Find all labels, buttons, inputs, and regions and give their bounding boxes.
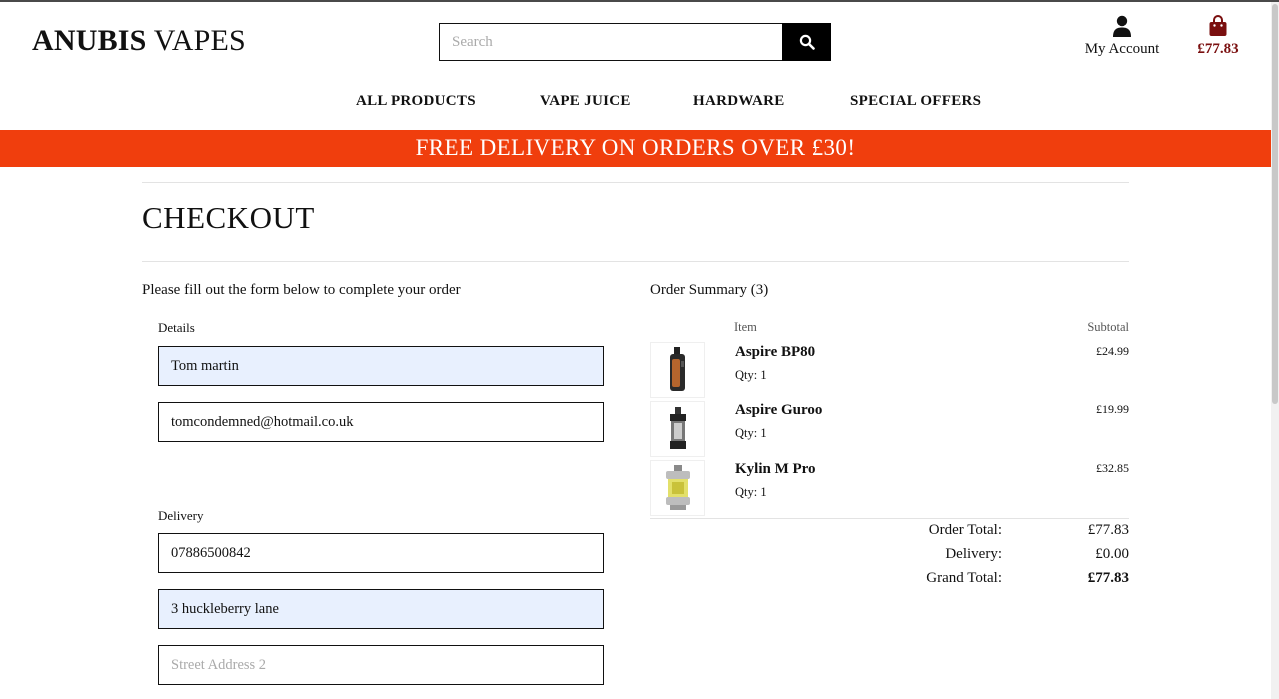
- cart-total: £77.83: [1197, 41, 1239, 57]
- nav-hardware[interactable]: HARDWARE: [693, 93, 785, 110]
- order-total-label: Order Total:: [928, 522, 1002, 538]
- order-total-value: £77.83: [1087, 522, 1129, 538]
- search-input[interactable]: [439, 23, 782, 61]
- street-address-1-field[interactable]: [158, 589, 604, 629]
- vape-tank-icon: [665, 465, 690, 510]
- item-qty: Qty: 1: [735, 368, 767, 382]
- street-address-2-field[interactable]: [158, 645, 604, 685]
- order-summary-title: Order Summary (3): [650, 282, 769, 298]
- item-subtotal: £32.85: [1096, 461, 1129, 475]
- product-image-aspire-bp80[interactable]: [650, 342, 705, 398]
- product-image-aspire-guroo[interactable]: [650, 401, 705, 457]
- delivery-cost-label: Delivery:: [945, 546, 1002, 562]
- free-delivery-banner: FREE DELIVERY ON ORDERS OVER £30!: [0, 130, 1271, 167]
- item-qty: Qty: 1: [735, 485, 767, 499]
- user-icon: [1113, 15, 1131, 37]
- item-name: Aspire BP80: [735, 344, 816, 360]
- cart-link[interactable]: £77.83: [1190, 15, 1246, 58]
- search-bar: [439, 23, 831, 61]
- full-name-field[interactable]: [158, 346, 604, 386]
- nav-all-products[interactable]: ALL PRODUCTS: [356, 93, 476, 110]
- window-top-border: [0, 0, 1279, 2]
- delivery-section-label: Delivery: [158, 508, 204, 523]
- checkout-instructions: Please fill out the form below to comple…: [142, 282, 461, 298]
- nav-special-offers[interactable]: SPECIAL OFFERS: [850, 93, 981, 110]
- divider-title: [142, 261, 1129, 262]
- subtotal-column-header: Subtotal: [1087, 320, 1129, 334]
- item-name: Kylin M Pro: [735, 461, 816, 477]
- shopping-bag-icon: [1209, 15, 1227, 36]
- search-icon: [799, 34, 815, 50]
- item-subtotal: £24.99: [1096, 344, 1129, 358]
- page-scrollbar-thumb[interactable]: [1272, 4, 1278, 404]
- grand-total-value: £77.83: [1087, 570, 1129, 586]
- item-column-header: Item: [734, 320, 757, 334]
- my-account-link[interactable]: My Account: [1077, 15, 1167, 58]
- divider-top: [142, 182, 1129, 183]
- item-name: Aspire Guroo: [735, 402, 823, 418]
- phone-number-field[interactable]: [158, 533, 604, 573]
- my-account-label: My Account: [1084, 41, 1160, 57]
- search-button[interactable]: [782, 23, 831, 61]
- brand-logo[interactable]: ANUBIS VAPES: [32, 24, 246, 58]
- vape-mod-icon: [669, 347, 685, 391]
- brand-name-regular: VAPES: [153, 24, 246, 57]
- product-image-kylin-m-pro[interactable]: [650, 460, 705, 516]
- item-qty: Qty: 1: [735, 426, 767, 440]
- item-subtotal: £19.99: [1096, 402, 1129, 416]
- brand-name-bold: ANUBIS: [32, 24, 147, 57]
- details-section-label: Details: [158, 320, 195, 335]
- summary-divider: [650, 518, 1129, 519]
- delivery-cost-value: £0.00: [1095, 546, 1129, 562]
- nav-vape-juice[interactable]: VAPE JUICE: [540, 93, 631, 110]
- page-title: CHECKOUT: [142, 200, 315, 235]
- grand-total-label: Grand Total:: [926, 570, 1002, 586]
- email-field[interactable]: [158, 402, 604, 442]
- vape-tank-icon: [669, 407, 686, 449]
